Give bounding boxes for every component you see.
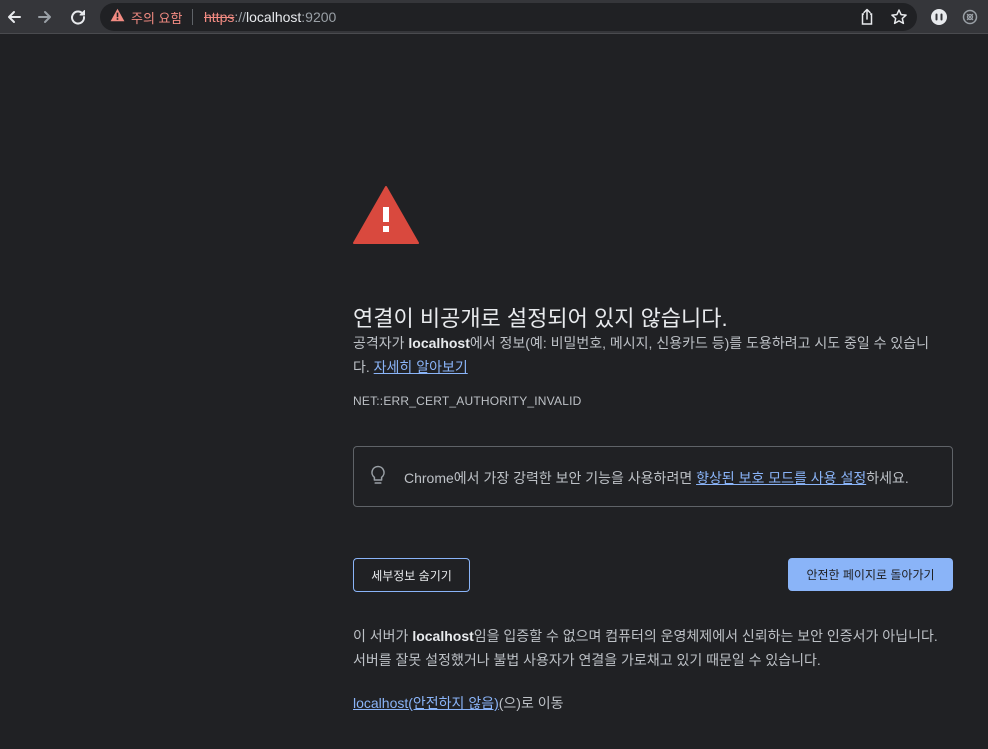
enhanced-protection-link[interactable]: 향상된 보호 모드를 사용 설정 (696, 470, 866, 486)
reload-button[interactable] (65, 4, 91, 30)
url-text[interactable]: https://localhost:9200 (204, 9, 336, 25)
details-prefix: 이 서버가 (353, 628, 413, 644)
reload-icon (69, 8, 87, 26)
details-host: localhost (412, 628, 474, 644)
address-bar[interactable]: 주의 요함 https://localhost:9200 (100, 3, 917, 31)
url-scheme: https (204, 9, 235, 25)
warning-triangle-icon (353, 185, 419, 249)
extension-button[interactable] (957, 4, 983, 30)
share-icon[interactable] (859, 8, 875, 31)
warning-description: 공격자가 localhost에서 정보(예: 비밀번호, 메시지, 신용카드 등… (353, 331, 945, 379)
page-title: 연결이 비공개로 설정되어 있지 않습니다. (353, 305, 728, 331)
back-button[interactable] (1, 4, 27, 30)
url-host: localhost (246, 9, 302, 25)
warning-icon (110, 8, 125, 27)
url-separator: :// (234, 9, 247, 25)
profile-icon (930, 8, 948, 26)
lightbulb-icon (370, 465, 386, 492)
description-host: localhost (408, 335, 470, 351)
safe-browsing-suffix: 하세요. (866, 470, 909, 486)
safe-browsing-prefix: Chrome에서 가장 강력한 보안 기능을 사용하려면 (404, 470, 697, 486)
hide-details-button[interactable]: 세부정보 숨기기 (353, 558, 470, 592)
proceed-unsafe-link[interactable]: localhost(안전하지 않음) (353, 695, 499, 711)
forward-arrow-icon (36, 8, 54, 26)
description-prefix: 공격자가 (353, 335, 409, 351)
chip-divider (192, 9, 193, 25)
enhanced-protection-box: Chrome에서 가장 강력한 보안 기능을 사용하려면 향상된 보호 모드를 … (353, 446, 953, 507)
bookmark-star-icon[interactable] (890, 8, 908, 31)
learn-more-link[interactable]: 자세히 알아보기 (374, 359, 468, 375)
security-chip-label: 주의 요함 (131, 10, 183, 26)
url-port: :9200 (301, 9, 337, 25)
proceed-line: localhost(안전하지 않음)(으)로 이동 (353, 693, 563, 713)
extension-icon (961, 8, 979, 26)
back-to-safety-button[interactable]: 안전한 페이지로 돌아가기 (788, 558, 953, 591)
error-code: NET::ERR_CERT_AUTHORITY_INVALID (353, 394, 582, 408)
profile-button[interactable] (926, 4, 952, 30)
forward-button[interactable] (32, 4, 58, 30)
back-arrow-icon (5, 8, 23, 26)
details-text: 이 서버가 localhost임을 입증할 수 없으며 컴퓨터의 운영체제에서 … (353, 624, 953, 672)
security-chip[interactable]: 주의 요함 (110, 8, 182, 26)
proceed-suffix: (으)로 이동 (498, 695, 564, 711)
enhanced-protection-text: Chrome에서 가장 강력한 보안 기능을 사용하려면 향상된 보호 모드를 … (404, 468, 909, 488)
browser-toolbar: 주의 요함 https://localhost:9200 (0, 0, 988, 34)
